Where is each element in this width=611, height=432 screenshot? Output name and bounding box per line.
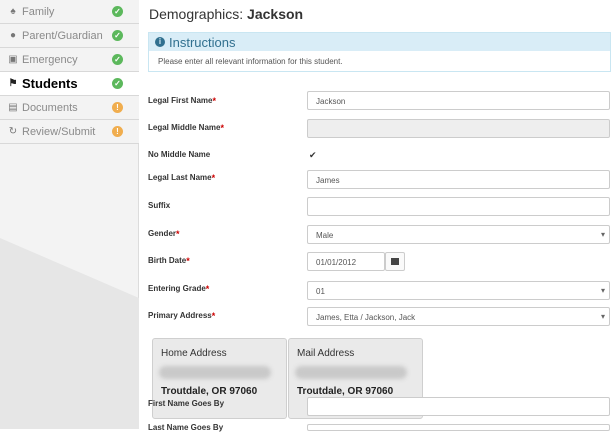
- required-marker: *: [212, 96, 216, 106]
- user-icon: ●: [9, 30, 17, 41]
- required-marker: *: [186, 256, 190, 266]
- warning-icon: !: [112, 126, 123, 137]
- required-marker: *: [211, 311, 216, 321]
- no-middle-name-label: No Middle Name: [148, 150, 211, 159]
- no-middle-name-checkbox[interactable]: ✔: [309, 150, 318, 160]
- primary-address-select[interactable]: James, Etta / Jackson, Jack: [307, 307, 610, 326]
- sidebar-item-label: Students: [22, 76, 78, 91]
- calendar-button[interactable]: [385, 252, 405, 271]
- legal-last-name-input[interactable]: James: [307, 170, 610, 189]
- first-name-goes-by-label: First Name Goes By: [148, 399, 225, 408]
- birth-date-label: Birth Date*: [148, 256, 190, 266]
- sidebar-item-label: Parent/Guardian: [22, 29, 103, 42]
- legal-middle-name-input: [307, 119, 610, 138]
- label-text: Primary Address: [148, 311, 212, 320]
- users-icon: ♠: [10, 6, 16, 17]
- graduation-cap-icon: ⚑: [8, 78, 18, 89]
- sidebar-decoration: [0, 238, 139, 429]
- primary-address-label: Primary Address*: [148, 311, 215, 321]
- instructions-panel: i Instructions Please enter all relevant…: [148, 32, 611, 72]
- required-marker: *: [205, 284, 210, 294]
- legal-middle-name-label: Legal Middle Name*: [148, 123, 224, 133]
- file-icon: ▤: [8, 102, 18, 113]
- sidebar-item-students[interactable]: ⚑ Students ✓: [0, 72, 139, 96]
- sidebar-item-family[interactable]: ♠ Family ✓: [0, 0, 139, 24]
- label-text: Birth Date: [148, 256, 187, 265]
- label-text: Gender: [148, 229, 177, 238]
- warning-icon: !: [112, 102, 123, 113]
- page-title-prefix: Demographics:: [149, 6, 248, 22]
- check-icon: ✓: [112, 54, 123, 65]
- last-name-goes-by-label: Last Name Goes By: [148, 423, 224, 432]
- sidebar-item-label: Review/Submit: [22, 125, 96, 138]
- sidebar-nav: ♠ Family ✓ ● Parent/Guardian ✓ ▣ Emergen…: [0, 0, 139, 144]
- sidebar-item-parent-guardian[interactable]: ● Parent/Guardian ✓: [0, 24, 139, 48]
- legal-last-name-label: Legal Last Name*: [148, 173, 215, 183]
- sidebar: ♠ Family ✓ ● Parent/Guardian ✓ ▣ Emergen…: [0, 0, 139, 429]
- first-name-goes-by-input[interactable]: [307, 397, 610, 416]
- refresh-icon: ↻: [8, 126, 18, 137]
- legal-first-name-label: Legal First Name*: [148, 96, 216, 106]
- page-title-student-name: Jackson: [247, 6, 304, 22]
- redacted-street: [295, 366, 407, 379]
- gender-label: Gender*: [148, 229, 180, 239]
- label-text: Legal Middle Name: [148, 123, 221, 132]
- sidebar-item-label: Emergency: [22, 53, 78, 66]
- redacted-street: [159, 366, 271, 379]
- page-title: Demographics: Jackson: [149, 6, 303, 22]
- sidebar-item-documents[interactable]: ▤ Documents !: [0, 96, 139, 120]
- label-text: Entering Grade: [148, 284, 206, 293]
- required-marker: *: [176, 229, 180, 239]
- instructions-text: Please enter all relevant information fo…: [158, 57, 343, 66]
- check-icon: ✓: [112, 78, 123, 89]
- address-card-city: Troutdale, OR 97060: [161, 386, 258, 397]
- gender-select[interactable]: Male: [307, 225, 610, 244]
- sidebar-item-emergency[interactable]: ▣ Emergency ✓: [0, 48, 139, 72]
- address-card-city: Troutdale, OR 97060: [297, 386, 394, 397]
- required-marker: *: [220, 123, 224, 133]
- suffix-label: Suffix: [148, 201, 171, 210]
- check-icon: ✓: [112, 30, 123, 41]
- instructions-heading: Instructions: [169, 34, 236, 50]
- id-card-icon: ▣: [8, 54, 18, 65]
- entering-grade-label: Entering Grade*: [148, 284, 209, 294]
- legal-first-name-input[interactable]: Jackson: [307, 91, 610, 110]
- calendar-icon: [391, 258, 399, 265]
- check-icon: ✓: [112, 6, 123, 17]
- label-text: Legal Last Name: [148, 173, 212, 182]
- entering-grade-select[interactable]: 01: [307, 281, 610, 300]
- suffix-input[interactable]: [307, 197, 610, 216]
- instructions-header: i Instructions: [149, 33, 610, 51]
- label-text: Legal First Name: [148, 96, 213, 105]
- birth-date-input[interactable]: 01/01/2012: [307, 252, 385, 271]
- address-card-title: Home Address: [161, 348, 227, 359]
- sidebar-item-label: Family: [22, 5, 55, 18]
- sidebar-item-label: Documents: [22, 101, 78, 114]
- required-marker: *: [211, 173, 216, 183]
- last-name-goes-by-input[interactable]: [307, 424, 610, 431]
- address-card-title: Mail Address: [297, 348, 355, 359]
- info-icon: i: [155, 37, 165, 47]
- sidebar-item-review-submit[interactable]: ↻ Review/Submit !: [0, 120, 139, 144]
